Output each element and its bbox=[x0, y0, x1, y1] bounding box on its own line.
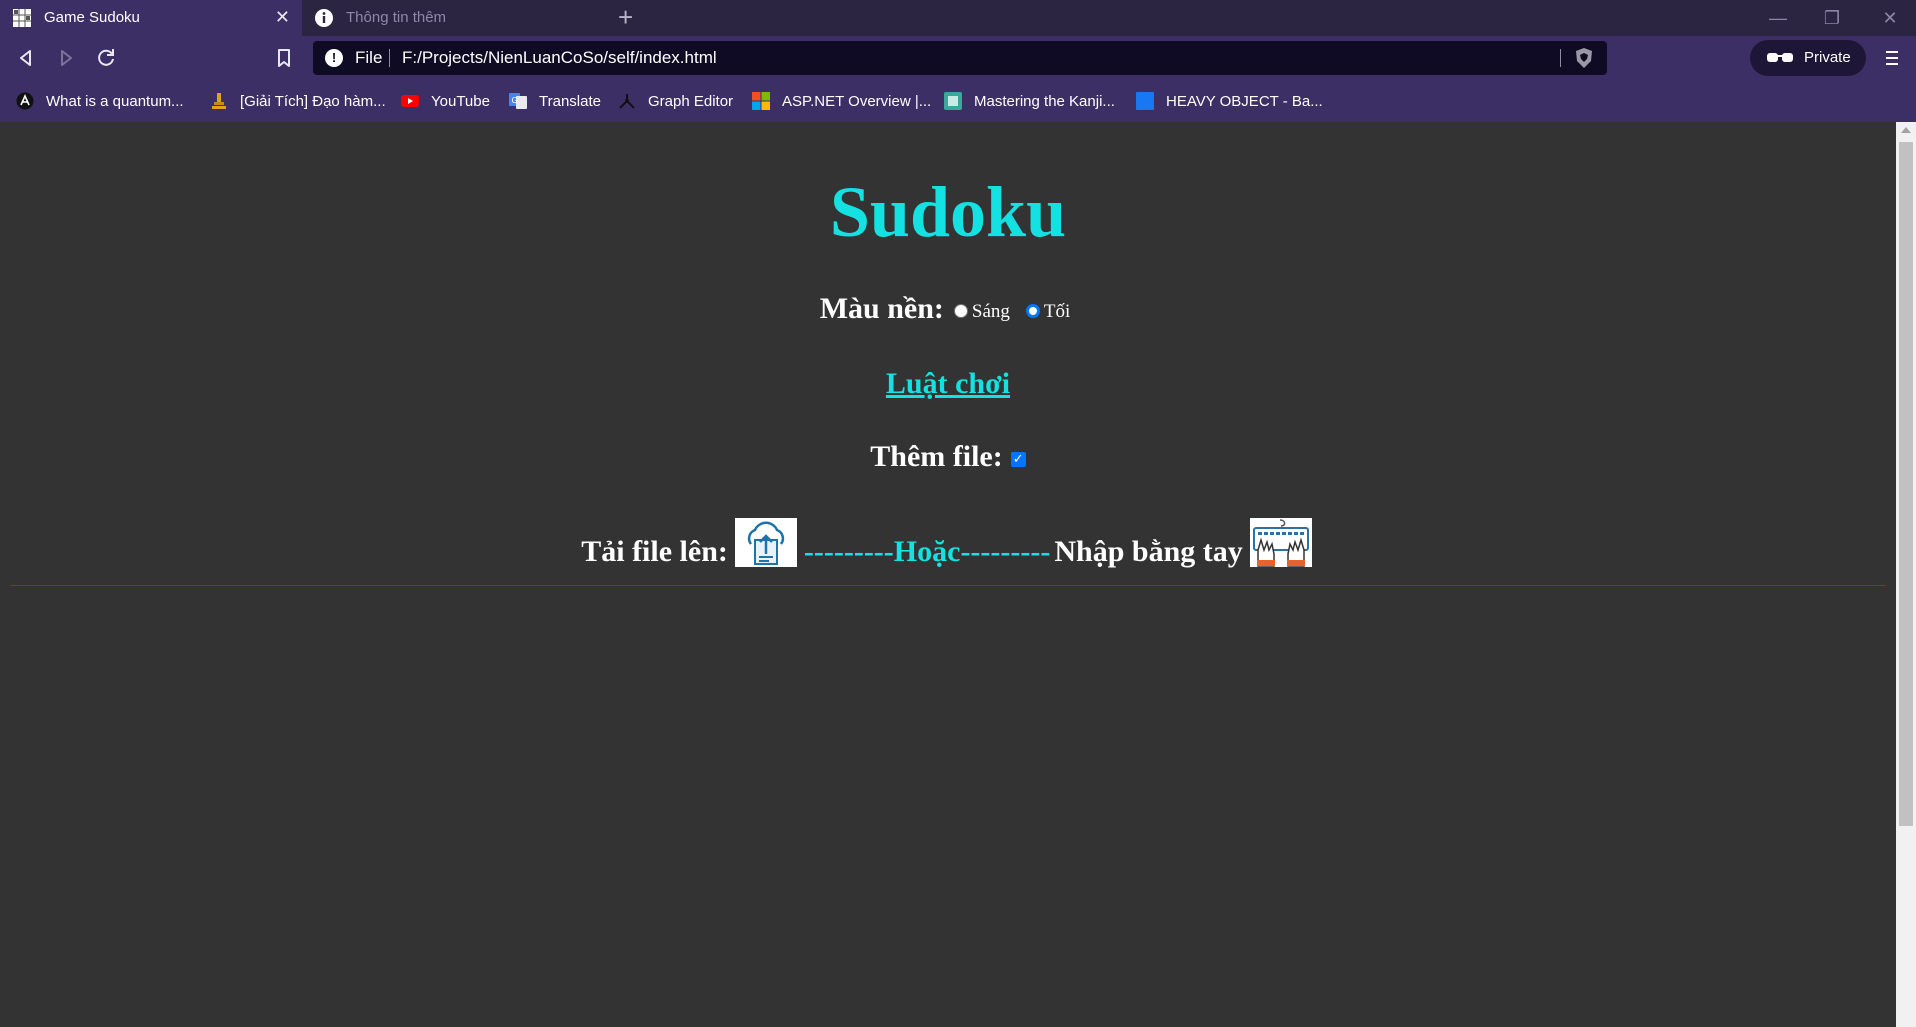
manual-entry-label: Nhập bằng tay bbox=[1054, 535, 1243, 568]
page-title: Sudoku bbox=[829, 172, 1067, 252]
theme-light-radio[interactable] bbox=[953, 304, 968, 319]
blue-square-icon bbox=[1136, 92, 1154, 110]
bookmark-label: YouTube bbox=[431, 92, 490, 110]
bookmarks-bar: What is a quantum... [Giải Tích] Đạo hàm… bbox=[0, 80, 1916, 122]
private-label: Private bbox=[1804, 49, 1851, 66]
tab-title: Thông tin thêm bbox=[346, 9, 447, 26]
restore-icon[interactable]: ❐ bbox=[1818, 6, 1846, 30]
add-file-row: Thêm file: ✓ bbox=[0, 440, 1896, 474]
scroll-up-arrow-icon[interactable] bbox=[1901, 127, 1911, 133]
bookmark-label: What is a quantum... bbox=[46, 92, 184, 110]
tab-title: Game Sudoku bbox=[44, 9, 140, 26]
youtube-icon bbox=[401, 95, 419, 107]
theme-dark-radio[interactable] bbox=[1025, 304, 1040, 319]
microscope-icon bbox=[212, 93, 226, 109]
info-icon bbox=[315, 9, 333, 27]
upload-file-label: Tải file lên: bbox=[581, 535, 728, 568]
bookmark-item[interactable]: Mastering the Kanji... bbox=[944, 90, 1115, 112]
reload-icon[interactable] bbox=[92, 44, 120, 72]
sudoku-grid-icon bbox=[13, 9, 31, 27]
add-file-checkbox[interactable]: ✓ bbox=[1010, 451, 1026, 467]
close-tab-icon[interactable]: ✕ bbox=[275, 7, 290, 27]
cloud-upload-icon[interactable] bbox=[734, 518, 797, 567]
brave-shield-icon[interactable] bbox=[1573, 47, 1595, 69]
bookmark-label: HEAVY OBJECT - Ba... bbox=[1166, 92, 1323, 110]
microsoft-icon bbox=[752, 92, 770, 110]
bookmark-item[interactable]: HEAVY OBJECT - Ba... bbox=[1136, 90, 1323, 112]
kanji-site-icon bbox=[944, 92, 962, 110]
tab-thong-tin-them[interactable]: Thông tin thêm bbox=[302, 0, 602, 36]
forward-icon[interactable] bbox=[52, 44, 80, 72]
browser-toolbar: ! File F:/Projects/NienLuanCoSo/self/ind… bbox=[0, 36, 1916, 80]
bookmark-item[interactable]: What is a quantum... bbox=[16, 90, 184, 112]
rules-link-row: Luật chơi bbox=[0, 367, 1896, 401]
url-path[interactable]: F:/Projects/NienLuanCoSo/self/index.html bbox=[402, 48, 717, 68]
graph-editor-icon bbox=[619, 94, 635, 109]
add-file-label: Thêm file: bbox=[870, 440, 1003, 473]
bookmark-item[interactable]: Graph Editor bbox=[618, 90, 733, 112]
background-color-label: Màu nền: bbox=[819, 292, 944, 325]
keyboard-typing-icon[interactable] bbox=[1249, 518, 1312, 567]
back-icon[interactable] bbox=[12, 44, 40, 72]
svg-text:G: G bbox=[512, 96, 518, 105]
tab-bar: Game Sudoku ✕ Thông tin thêm + — ❐ ✕ bbox=[0, 0, 1916, 36]
theme-light-label[interactable]: Sáng bbox=[972, 301, 1010, 322]
bookmark-label: Translate bbox=[539, 92, 601, 110]
or-separator: ---------Hoặc--------- bbox=[803, 535, 1051, 568]
bookmark-label: Mastering the Kanji... bbox=[974, 92, 1115, 110]
bookmark-icon[interactable] bbox=[270, 44, 298, 72]
bookmark-item[interactable]: [Giải Tích] Đạo hàm... bbox=[210, 90, 386, 112]
bookmark-item[interactable]: ASP.NET Overview |... bbox=[752, 90, 931, 112]
bookmark-item[interactable]: YouTube bbox=[401, 90, 490, 112]
url-separator bbox=[389, 49, 390, 67]
menu-icon[interactable] bbox=[1880, 44, 1904, 72]
site-info-icon[interactable]: ! bbox=[325, 49, 343, 67]
url-separator bbox=[1560, 49, 1561, 67]
section-divider bbox=[10, 585, 1886, 586]
bookmark-label: ASP.NET Overview |... bbox=[782, 92, 932, 110]
url-scheme: File bbox=[355, 48, 383, 67]
background-color-row: Màu nền: Sáng Tối bbox=[0, 292, 1896, 326]
window-close-icon[interactable]: ✕ bbox=[1876, 6, 1904, 30]
bookmark-label: [Giải Tích] Đạo hàm... bbox=[240, 92, 386, 110]
page-scrollbar[interactable] bbox=[1896, 122, 1916, 1027]
quantum-site-icon bbox=[16, 92, 34, 110]
input-method-row: Tải file lên: ---------Hoặc--------- Nhậ… bbox=[0, 512, 1896, 569]
scrollbar-thumb[interactable] bbox=[1899, 142, 1913, 826]
tab-game-sudoku[interactable]: Game Sudoku ✕ bbox=[0, 0, 302, 36]
bookmark-label: Graph Editor bbox=[648, 92, 734, 110]
minimize-icon[interactable]: — bbox=[1764, 6, 1792, 30]
translate-icon: G bbox=[509, 93, 527, 109]
private-mode-indicator[interactable]: Private bbox=[1750, 40, 1866, 76]
theme-dark-label[interactable]: Tối bbox=[1044, 301, 1070, 322]
rules-link[interactable]: Luật chơi bbox=[886, 367, 1010, 400]
new-tab-button[interactable]: + bbox=[618, 3, 633, 31]
incognito-glasses-icon bbox=[1767, 53, 1793, 62]
address-bar[interactable]: ! File F:/Projects/NienLuanCoSo/self/ind… bbox=[313, 41, 1607, 75]
bookmark-item[interactable]: G Translate bbox=[509, 90, 601, 112]
page-content: Sudoku Màu nền: Sáng Tối Luật chơi Thêm … bbox=[0, 122, 1896, 1027]
